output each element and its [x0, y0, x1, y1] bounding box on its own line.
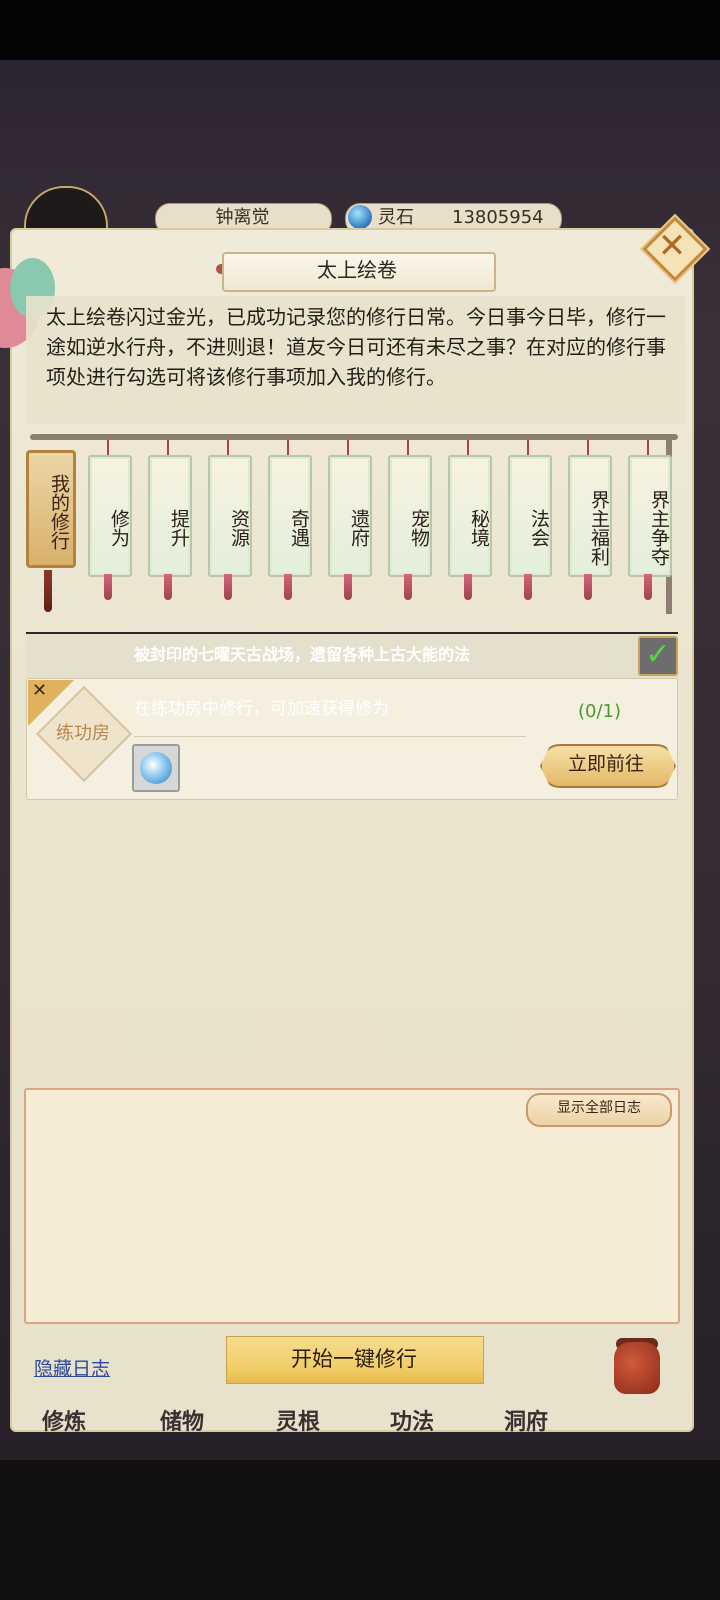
tag-string — [527, 440, 529, 456]
nav-spirit-root[interactable]: 灵根 — [276, 1408, 320, 1438]
checkmark-icon: ✓ — [645, 637, 671, 672]
start-practice-button-label: 开始一键修行 — [291, 1347, 417, 1371]
task-progress: (0/1) — [578, 701, 622, 722]
tag-string — [587, 440, 589, 456]
spirit-stone-icon — [348, 205, 372, 229]
category-tab-label: 界主争夺 — [648, 490, 670, 566]
bottom-background — [0, 1460, 720, 1600]
category-tab-label: 遗府 — [348, 509, 370, 547]
status-bar-area — [0, 0, 720, 60]
show-all-log-button-label: 显示全部日志 — [557, 1100, 641, 1116]
category-tab-label: 法会 — [528, 509, 550, 547]
category-tab-label: 资源 — [228, 509, 250, 547]
category-tab-my-practice-label: 我的修行 — [48, 474, 70, 550]
tassel-icon — [404, 574, 412, 600]
category-tab-label: 界主福利 — [588, 490, 610, 566]
tassel-icon — [284, 574, 292, 600]
category-tab-label: 奇遇 — [288, 509, 310, 547]
nav-cave[interactable]: 洞府 — [504, 1408, 548, 1438]
hide-log-link[interactable]: 隐藏日志 — [34, 1356, 110, 1382]
nav-cultivate[interactable]: 修炼 — [42, 1408, 86, 1438]
tag-string — [167, 440, 169, 456]
tag-string — [407, 440, 409, 456]
tassel-icon — [224, 574, 232, 600]
tassel-icon — [524, 574, 532, 600]
panel-title: 太上绘卷 — [317, 258, 397, 282]
tag-string — [647, 440, 649, 456]
category-tab-label: 修为 — [108, 509, 130, 547]
tassel-icon — [644, 574, 652, 600]
close-button[interactable]: ✕ — [642, 216, 708, 282]
remove-x-icon[interactable]: ✕ — [32, 680, 47, 702]
tag-string — [287, 440, 289, 456]
tag-string — [347, 440, 349, 456]
nav-storage[interactable]: 储物 — [160, 1408, 204, 1438]
close-icon: ✕ — [657, 226, 687, 266]
tag-string — [107, 440, 109, 456]
tassel-icon — [464, 574, 472, 600]
nav-techniques[interactable]: 功法 — [390, 1408, 434, 1438]
tag-string — [467, 440, 469, 456]
orb-icon — [140, 752, 172, 784]
tassel-icon — [344, 574, 352, 600]
tassel-icon — [104, 574, 112, 600]
category-rail — [30, 434, 678, 440]
go-now-button-label: 立即前往 — [567, 753, 644, 775]
tassel-icon — [44, 570, 52, 612]
category-tab-label: 秘境 — [468, 509, 490, 547]
tassel-icon — [584, 574, 592, 600]
task-row-dimmed-text: 被封印的七曜天古战场，遗留各种上古大能的法 — [134, 645, 471, 664]
category-tab-label: 提升 — [168, 509, 190, 547]
intro-text: 太上绘卷闪过金光，已成功记录您的修行日常。今日事今日毕，修行一途如逆水行舟，不进… — [46, 305, 666, 389]
tag-string — [227, 440, 229, 456]
reward-item-icon[interactable] — [132, 744, 180, 792]
tassel-icon — [164, 574, 172, 600]
wine-jar-icon — [614, 1342, 660, 1394]
task-description: 在练功房中修行，可加速获得修为 — [134, 699, 389, 719]
task-divider — [134, 736, 526, 737]
category-tab-label: 宠物 — [408, 509, 430, 547]
